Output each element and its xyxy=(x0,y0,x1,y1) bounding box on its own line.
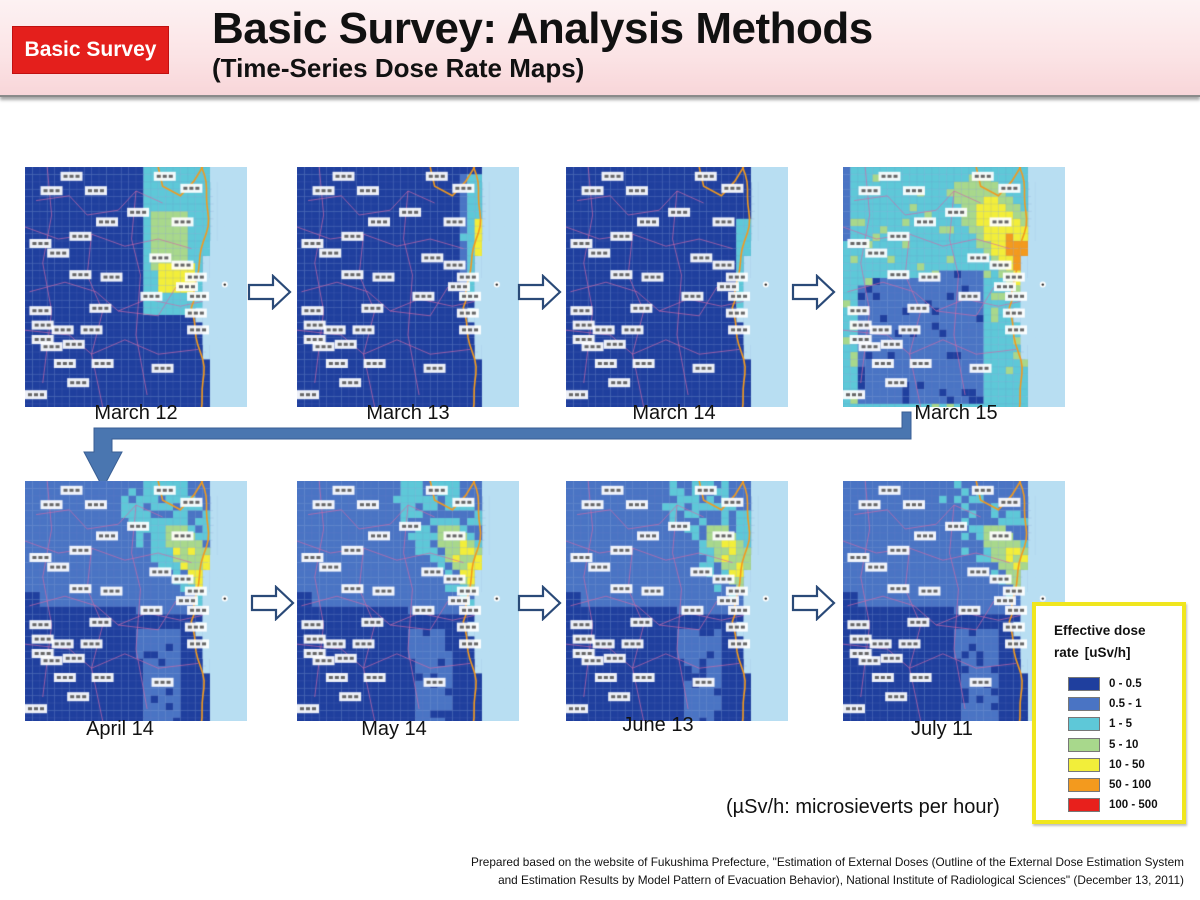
legend-items: 0 - 0.5 0.5 - 1 1 - 5 5 - 10 10 - 50 50 - 100… xyxy=(1068,674,1158,815)
legend-label: 100 - 500 xyxy=(1109,799,1158,812)
legend-swatch xyxy=(1068,717,1100,732)
elbow-down-arrow-icon xyxy=(83,411,912,490)
source-line-2: and Estimation Results by Model Pattern … xyxy=(498,873,1184,887)
header-banner: Basic Survey Basic Survey: Analysis Meth… xyxy=(0,0,1200,97)
legend-label: 0.5 - 1 xyxy=(1109,698,1142,711)
right-outline-arrow-icon xyxy=(517,274,562,310)
right-outline-arrow-icon xyxy=(791,274,836,310)
legend-item: 10 - 50 xyxy=(1068,755,1158,775)
dose-map-march-14 xyxy=(566,167,788,407)
legend-swatch xyxy=(1068,778,1100,793)
legend-item: 5 - 10 xyxy=(1068,735,1158,755)
legend-title-line2: rate xyxy=(1054,645,1079,660)
unit-note: (µSv/h: microsieverts per hour) xyxy=(726,796,1000,818)
date-label: April 14 xyxy=(86,718,154,740)
legend-label: 0 - 0.5 xyxy=(1109,678,1142,691)
legend-swatch xyxy=(1068,798,1100,813)
legend-swatch xyxy=(1068,737,1100,752)
source-citation: Prepared based on the website of Fukushi… xyxy=(344,853,1184,889)
right-outline-arrow-icon xyxy=(250,585,295,621)
dose-map-march-12 xyxy=(25,167,247,407)
legend-item: 100 - 500 xyxy=(1068,795,1158,815)
legend-item: 50 - 100 xyxy=(1068,775,1158,795)
dose-map-may-14 xyxy=(297,481,519,721)
date-label: June 13 xyxy=(622,714,694,736)
date-label: July 11 xyxy=(911,718,973,740)
legend-item: 0.5 - 1 xyxy=(1068,694,1158,714)
legend-label: 10 - 50 xyxy=(1109,758,1145,771)
section-badge: Basic Survey xyxy=(12,26,169,74)
legend-label: 1 - 5 xyxy=(1109,718,1133,731)
date-label: March 14 xyxy=(632,402,716,424)
legend-label: 5 - 10 xyxy=(1109,738,1139,751)
dose-map-june-13 xyxy=(566,481,788,721)
date-label: March 15 xyxy=(914,402,998,424)
page-title: Basic Survey: Analysis Methods xyxy=(212,4,873,53)
legend-item: 1 - 5 xyxy=(1068,714,1158,734)
legend-unit: [uSv/h] xyxy=(1084,645,1131,660)
page-subtitle: (Time-Series Dose Rate Maps) xyxy=(212,53,585,83)
legend-title: Effective dose rate [uSv/h] xyxy=(1054,620,1146,664)
dose-map-april-14 xyxy=(25,481,247,721)
legend-label: 50 - 100 xyxy=(1109,779,1152,792)
dose-map-march-15 xyxy=(843,167,1065,407)
date-label: March 13 xyxy=(366,402,450,424)
source-line-1: Prepared based on the website of Fukushi… xyxy=(471,855,1184,869)
legend-swatch xyxy=(1068,697,1100,712)
legend-item: 0 - 0.5 xyxy=(1068,674,1158,694)
right-outline-arrow-icon xyxy=(517,585,562,621)
dose-map-march-13 xyxy=(297,167,519,407)
legend-swatch xyxy=(1068,677,1100,692)
date-label: March 12 xyxy=(94,402,178,424)
dose-rate-legend: Effective dose rate [uSv/h] 0 - 0.5 0.5 - 1… xyxy=(1032,602,1186,824)
date-label: May 14 xyxy=(361,718,427,740)
legend-title-line1: Effective dose xyxy=(1054,623,1146,638)
right-outline-arrow-icon xyxy=(791,585,836,621)
legend-swatch xyxy=(1068,757,1100,772)
right-outline-arrow-icon xyxy=(247,274,292,310)
